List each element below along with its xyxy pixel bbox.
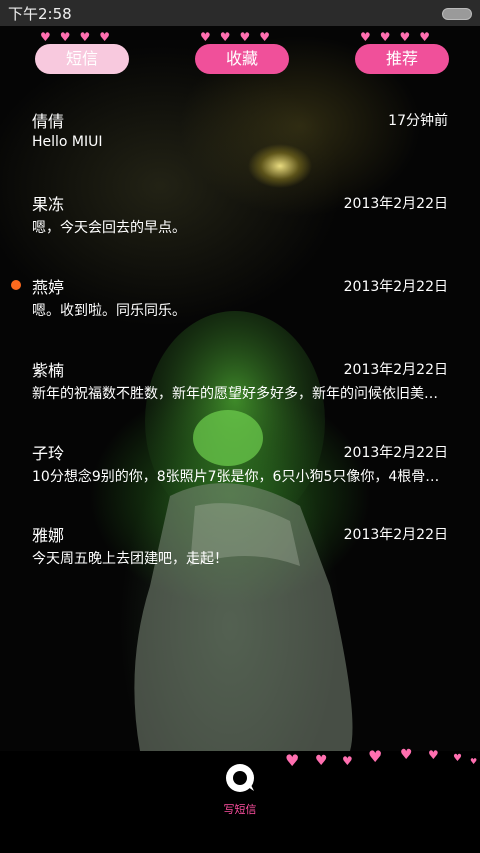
message-preview: 嗯，今天会回去的早点。 (32, 220, 186, 236)
message-preview: Hello MIUI (32, 134, 103, 150)
heart-decoration-icon: ♥ (470, 757, 478, 766)
heart-decoration-icon: ♥ (315, 753, 328, 769)
status-time: 下午2:58 (8, 5, 72, 23)
heart-decoration-icon: ♥ (285, 751, 300, 770)
heart-decoration-icon: ♥ (428, 748, 439, 762)
contact-name: 果冻 (32, 195, 65, 214)
heart-decoration-icon: ♥ (400, 747, 413, 763)
message-item[interactable]: 倩倩 17分钟前 Hello MIUI (0, 104, 480, 186)
message-date: 2013年2月22日 (343, 527, 448, 543)
compose-label: 写短信 (223, 803, 257, 816)
message-preview: 新年的祝福数不胜数，新年的愿望好多好多，新年的问候依旧美好… (32, 386, 446, 402)
message-date: 2013年2月22日 (343, 445, 448, 461)
contact-name: 紫楠 (32, 361, 65, 380)
message-item[interactable]: 燕婷 2013年2月22日 嗯。收到啦。同乐同乐。 (0, 270, 480, 352)
bottom-bar: ♥ ♥ ♥ ♥ ♥ ♥ ♥ ♥ 写短信 (0, 747, 480, 853)
message-date: 17分钟前 (388, 113, 448, 129)
tab-favorites[interactable]: 收藏 (195, 44, 289, 74)
message-item[interactable]: 雅娜 2013年2月22日 今天周五晚上去团建吧，走起！ (0, 518, 480, 600)
compose-chat-icon (226, 764, 254, 792)
message-date: 2013年2月22日 (343, 279, 448, 295)
message-item[interactable]: 果冻 2013年2月22日 嗯，今天会回去的早点。 (0, 187, 480, 269)
heart-decoration-icon: ♥ (342, 754, 353, 768)
message-preview: 10分想念9别的你，8张照片7张是你，6只小狗5只像你，4根骨头… (32, 469, 446, 485)
tab-bar: ♥♥♥♥ ♥♥♥♥ ♥♥♥♥ 短信 收藏 推荐 (0, 26, 480, 86)
contact-name: 雅娜 (32, 526, 65, 545)
compose-button[interactable]: 写短信 (210, 757, 270, 817)
unread-dot-icon (11, 280, 21, 290)
message-date: 2013年2月22日 (343, 362, 448, 378)
contact-name: 子玲 (32, 444, 65, 463)
heart-decoration-icon: ♥ (368, 747, 383, 766)
message-item[interactable]: 紫楠 2013年2月22日 新年的祝福数不胜数，新年的愿望好多好多，新年的问候依… (0, 353, 480, 435)
heart-decoration-icon: ♥♥♥♥ (200, 30, 280, 44)
heart-decoration-icon: ♥♥♥♥ (40, 30, 120, 44)
battery-icon (442, 8, 472, 20)
contact-name: 倩倩 (32, 112, 65, 131)
tab-recommend[interactable]: 推荐 (355, 44, 449, 74)
message-item[interactable]: 子玲 2013年2月22日 10分想念9别的你，8张照片7张是你，6只小狗5只像… (0, 436, 480, 518)
heart-decoration-icon: ♥ (453, 753, 462, 764)
tab-sms[interactable]: 短信 (35, 44, 129, 74)
message-date: 2013年2月22日 (343, 196, 448, 212)
heart-decoration-icon: ♥♥♥♥ (360, 30, 440, 44)
message-preview: 嗯。收到啦。同乐同乐。 (32, 303, 186, 319)
contact-name: 燕婷 (32, 278, 65, 297)
message-preview: 今天周五晚上去团建吧，走起！ (32, 551, 228, 567)
status-bar: 下午2:58 (0, 0, 480, 26)
